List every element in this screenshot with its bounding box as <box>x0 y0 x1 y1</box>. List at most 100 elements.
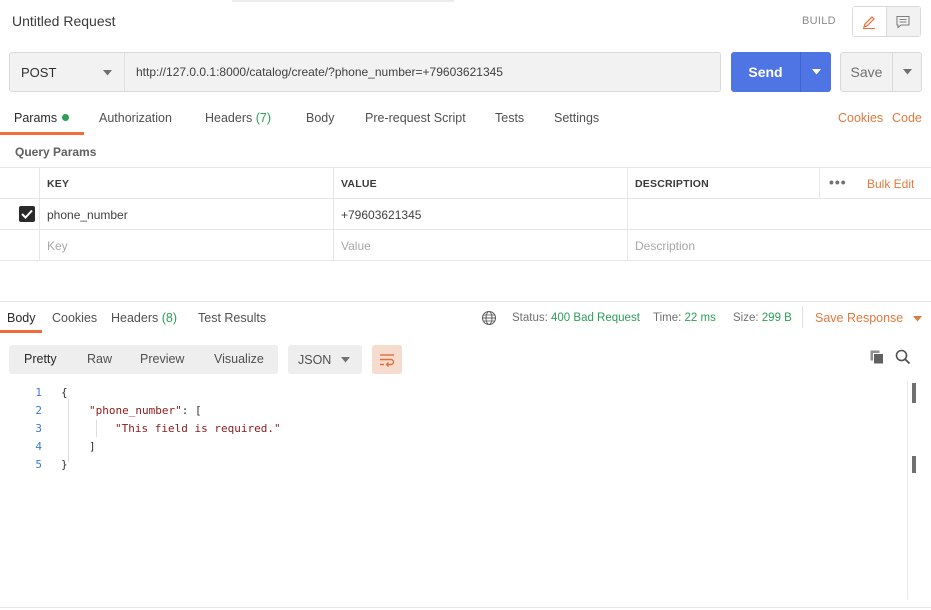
code-line: 3 "This field is required." <box>0 422 900 440</box>
comments-mode-button[interactable] <box>886 7 920 36</box>
tab-label: Body <box>306 111 335 125</box>
view-preview-button[interactable]: Preview <box>140 352 184 366</box>
tab-count: (7) <box>255 111 272 125</box>
globe-icon[interactable] <box>481 310 497 326</box>
response-tab-underline <box>0 330 42 333</box>
params-header-row: KEY VALUE DESCRIPTION ••• Bulk Edit <box>0 168 931 199</box>
new-value-input[interactable]: Value <box>333 230 628 261</box>
save-button[interactable]: Save <box>841 53 892 91</box>
size-value: 299 B <box>761 312 792 324</box>
send-button[interactable]: Send <box>731 52 800 92</box>
method-select[interactable]: POST <box>9 52 125 92</box>
response-tab-headers[interactable]: Headers (8) <box>111 311 177 325</box>
response-divider <box>0 301 931 302</box>
top-divider <box>232 0 454 2</box>
tab-params[interactable]: Params <box>14 111 70 125</box>
code-link[interactable]: Code <box>892 111 922 125</box>
wrap-lines-button[interactable] <box>372 345 402 374</box>
top-bar: Untitled Request BUILD <box>0 0 931 44</box>
edit-mode-button[interactable] <box>853 7 887 36</box>
save-response-button[interactable]: Save Response <box>815 311 922 325</box>
method-label: POST <box>21 64 57 80</box>
search-icon[interactable] <box>895 349 911 365</box>
tab-body[interactable]: Body <box>306 111 335 125</box>
time-info[interactable]: Time: 22 ms <box>653 312 716 324</box>
tab-label: Headers <box>205 111 253 125</box>
comment-icon <box>896 15 910 29</box>
indent-guide <box>68 399 69 462</box>
tab-headers[interactable]: Headers (7) <box>205 111 271 125</box>
save-response-label: Save Response <box>815 311 904 325</box>
line-number: 2 <box>35 404 42 417</box>
description-placeholder: Description <box>635 238 696 253</box>
chevron-down-icon <box>902 69 912 75</box>
time-label: Time: <box>653 312 682 324</box>
tab-label: Tests <box>495 111 525 125</box>
view-visualize-button[interactable]: Visualize <box>214 352 264 366</box>
new-description-input[interactable]: Description <box>627 230 931 261</box>
header-text: DESCRIPTION <box>635 177 709 190</box>
tab-label: Authorization <box>99 111 172 125</box>
tab-authorization[interactable]: Authorization <box>99 111 172 125</box>
scrollbar-marker[interactable] <box>912 456 916 473</box>
scrollbar-marker[interactable] <box>912 383 916 403</box>
code-text: "phone_number": [ <box>89 404 202 417</box>
param-key-cell[interactable]: phone_number <box>39 199 334 230</box>
column-separator <box>819 168 820 199</box>
table-row-empty: Key Value Description <box>0 230 931 261</box>
bottom-border <box>0 607 931 608</box>
chevron-down-icon <box>103 70 112 76</box>
code-line: 5 } <box>0 458 900 476</box>
code-line: 1 { <box>0 386 900 404</box>
more-options-icon[interactable]: ••• <box>829 174 847 190</box>
tab-tests[interactable]: Tests <box>495 111 524 125</box>
param-value-cell[interactable]: +79603621345 <box>333 199 628 230</box>
tab-pre-request-script[interactable]: Pre-request Script <box>365 111 466 125</box>
code-text: } <box>61 458 68 471</box>
time-value: 22 ms <box>684 312 716 324</box>
value-placeholder: Value <box>341 238 371 253</box>
url-text: http://127.0.0.1:8000/catalog/create/?ph… <box>136 65 503 79</box>
code-line: 4 ] <box>0 440 900 458</box>
view-mode-bar: Pretty Raw Preview Visualize <box>9 345 278 374</box>
status-value: 400 Bad Request <box>551 312 640 324</box>
new-key-input[interactable]: Key <box>39 230 334 261</box>
save-options-button[interactable] <box>892 53 921 91</box>
code-text: { <box>61 386 68 399</box>
chevron-down-icon <box>341 357 350 363</box>
size-label: Size: <box>733 312 759 324</box>
status-info[interactable]: Status: 400 Bad Request <box>512 312 640 324</box>
query-params-label: Query Params <box>15 145 97 159</box>
param-value: +79603621345 <box>341 207 422 222</box>
key-column-header: KEY <box>39 168 334 199</box>
build-label[interactable]: BUILD <box>802 15 836 27</box>
status-label: Status: <box>512 312 548 324</box>
view-raw-button[interactable]: Raw <box>87 352 112 366</box>
line-number: 4 <box>35 440 42 453</box>
tab-label: Settings <box>554 111 600 125</box>
format-select[interactable]: JSON <box>288 345 362 374</box>
size-info[interactable]: Size: 299 B <box>733 312 792 324</box>
request-title[interactable]: Untitled Request <box>12 13 116 29</box>
tab-count: (8) <box>161 311 178 325</box>
param-checkbox[interactable] <box>19 206 35 222</box>
response-tab-cookies[interactable]: Cookies <box>52 311 97 325</box>
response-tab-test-results[interactable]: Test Results <box>198 311 266 325</box>
cookies-link[interactable]: Cookies <box>838 111 883 125</box>
key-placeholder: Key <box>47 238 68 253</box>
json-punct: : [ <box>181 404 202 417</box>
send-button-group: Send <box>731 52 831 92</box>
response-tab-body[interactable]: Body <box>7 311 36 325</box>
send-options-button[interactable] <box>800 52 831 92</box>
tab-settings[interactable]: Settings <box>554 111 599 125</box>
view-pretty-button[interactable]: Pretty <box>24 352 57 366</box>
scrollbar-track[interactable] <box>907 381 908 599</box>
table-row: phone_number +79603621345 <box>0 199 931 230</box>
param-description-cell[interactable] <box>627 199 931 230</box>
bulk-edit-link[interactable]: Bulk Edit <box>867 177 914 191</box>
url-input[interactable]: http://127.0.0.1:8000/catalog/create/?ph… <box>124 52 721 92</box>
params-active-dot <box>62 114 70 121</box>
response-body-code[interactable]: 1 { 2 "phone_number": [ 3 "This field is… <box>0 384 910 599</box>
param-key: phone_number <box>47 207 128 222</box>
copy-icon[interactable] <box>869 349 885 365</box>
